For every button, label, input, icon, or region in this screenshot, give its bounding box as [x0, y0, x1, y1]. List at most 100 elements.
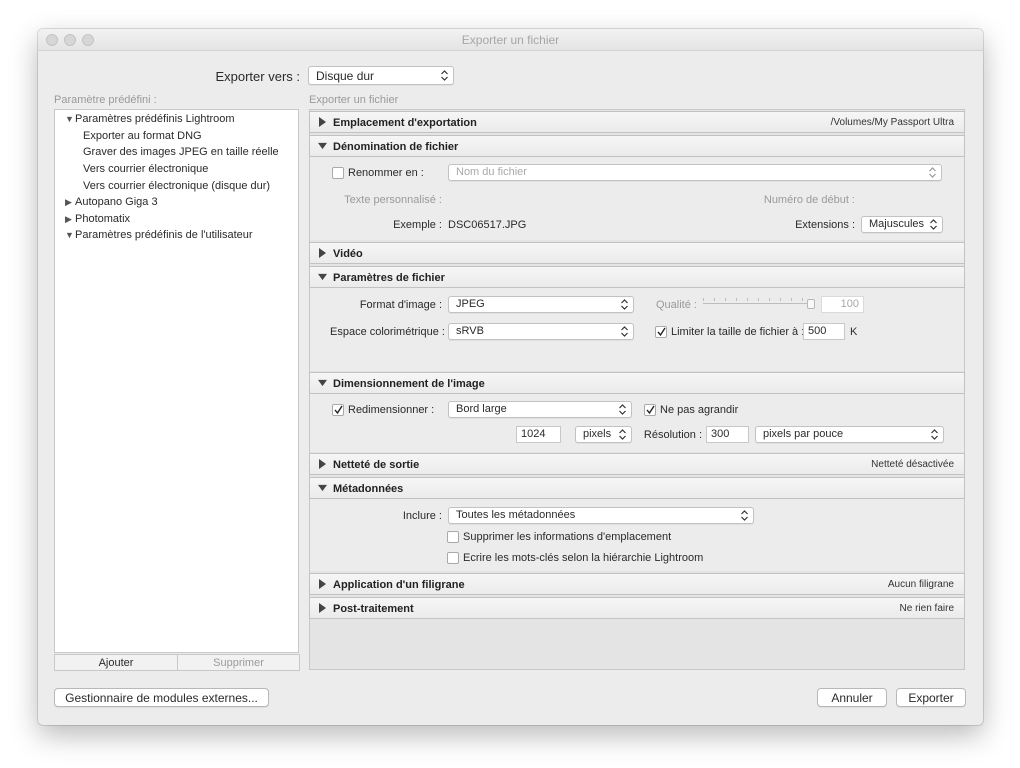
color-space-popup[interactable]: sRVB — [448, 323, 634, 340]
chevron-updown-icon — [929, 167, 936, 178]
rename-checkbox[interactable] — [332, 167, 344, 179]
disclosure-triangle-icon[interactable]: ▶ — [65, 214, 75, 225]
limit-size-checkbox[interactable] — [655, 326, 667, 338]
section-summary: /Volumes/My Passport Ultra — [830, 117, 954, 128]
resolution-unit-popup[interactable]: pixels par pouce — [755, 426, 944, 443]
rename-label: Renommer en : — [348, 167, 424, 179]
disclosure-triangle-down-icon — [318, 273, 327, 281]
resize-checkbox[interactable] — [332, 404, 344, 416]
quality-slider-knob[interactable] — [807, 299, 815, 309]
preset-folder-user[interactable]: ▼Paramètres prédéfinis de l'utilisateur — [65, 229, 253, 241]
preset-folder-photomatix[interactable]: ▶ Photomatix — [65, 213, 130, 225]
limit-size-field[interactable]: 500 — [803, 323, 845, 340]
export-button[interactable]: Exporter — [896, 688, 966, 707]
presets-list: ▼Paramètres prédéfinis Lightroom Exporte… — [54, 109, 300, 671]
image-format-label: Format d'image : — [359, 299, 442, 311]
include-metadata-popup[interactable]: Toutes les métadonnées — [448, 507, 754, 524]
export-to-popup[interactable]: Disque dur — [308, 66, 454, 85]
section-title: Vidéo — [333, 248, 363, 260]
keyword-hierarchy-label: Ecrire les mots-clés selon la hiérarchie… — [463, 552, 704, 564]
custom-text-label: Texte personnalisé : — [344, 194, 442, 206]
keyword-hierarchy-checkbox[interactable] — [447, 552, 459, 564]
disclosure-triangle-icon[interactable]: ▼ — [65, 230, 75, 240]
section-output-sharpening[interactable]: Netteté de sortie Netteté désactivée — [309, 453, 965, 475]
section-title: Métadonnées — [333, 483, 404, 495]
checkmark-icon — [334, 405, 343, 415]
disclosure-triangle-down-icon — [318, 484, 327, 492]
size-field[interactable]: 1024 — [516, 426, 561, 443]
example-value: DSC06517.JPG — [448, 219, 527, 231]
chevron-updown-icon — [621, 299, 628, 310]
dont-enlarge-label: Ne pas agrandir — [660, 404, 739, 416]
metadata-body: Inclure : Toutes les métadonnées Supprim… — [309, 499, 965, 571]
export-to-value: Disque dur — [316, 69, 375, 83]
preset-item[interactable]: Graver des images JPEG en taille réelle — [83, 146, 279, 158]
color-space-label: Espace colorimétrique : — [330, 326, 445, 338]
section-summary: Aucun filigrane — [887, 579, 954, 590]
quality-label: Qualité : — [656, 299, 697, 311]
file-settings-body: Format d'image : JPEG Qualité : 100 Espa… — [309, 288, 965, 371]
add-preset-button[interactable]: Ajouter — [54, 654, 178, 671]
include-label: Inclure : — [402, 510, 442, 522]
section-title: Emplacement d'exportation — [333, 117, 477, 129]
rename-template-popup[interactable]: Nom du fichier — [448, 164, 942, 181]
section-title: Post-traitement — [333, 603, 414, 615]
section-summary: Netteté désactivée — [871, 459, 954, 470]
resize-label: Redimensionner : — [348, 404, 435, 416]
preset-item[interactable]: Exporter au format DNG — [83, 130, 202, 142]
chevron-updown-icon — [621, 326, 628, 337]
remove-location-label: Supprimer les informations d'emplacement — [463, 531, 672, 543]
extensions-label: Extensions : — [795, 219, 855, 231]
preset-item[interactable]: Vers courrier électronique — [83, 163, 208, 175]
export-dialog: Exporter un fichier Exporter vers : Disq… — [38, 29, 983, 725]
start-number-label: Numéro de début : — [763, 194, 855, 206]
disclosure-triangle-right-icon — [319, 603, 326, 613]
section-summary: Ne rien faire — [899, 603, 954, 614]
disclosure-triangle-right-icon — [319, 459, 326, 469]
resize-mode-popup[interactable]: Bord large — [448, 401, 632, 418]
section-metadata[interactable]: Métadonnées — [309, 477, 965, 499]
example-label: Exemple : — [393, 219, 442, 231]
right-panel-header: Exporter un fichier — [309, 94, 399, 106]
section-file-settings[interactable]: Paramètres de fichier — [309, 266, 965, 288]
disclosure-triangle-icon[interactable]: ▶ — [65, 197, 75, 208]
image-sizing-body: Redimensionner : Bord large Ne pas agran… — [309, 394, 965, 452]
limit-size-label: Limiter la taille de fichier à : — [671, 326, 805, 338]
section-post-processing[interactable]: Post-traitement Ne rien faire — [309, 597, 965, 619]
section-title: Dénomination de fichier — [333, 141, 459, 153]
chevron-updown-icon — [930, 219, 937, 230]
remove-location-checkbox[interactable] — [447, 531, 459, 543]
chevron-updown-icon — [441, 70, 448, 81]
preset-item[interactable]: Vers courrier électronique (disque dur) — [83, 180, 270, 192]
preset-folder-autopano[interactable]: ▶ Autopano Giga 3 — [65, 196, 158, 208]
image-format-popup[interactable]: JPEG — [448, 296, 634, 313]
section-export-location[interactable]: Emplacement d'exportation /Volumes/My Pa… — [309, 111, 965, 133]
section-title: Application d'un filigrane — [333, 579, 465, 591]
file-naming-body: Renommer en : Nom du fichier Texte perso… — [309, 157, 965, 240]
preset-folder-lightroom[interactable]: ▼Paramètres prédéfinis Lightroom — [65, 113, 235, 125]
section-watermark[interactable]: Application d'un filigrane Aucun filigra… — [309, 573, 965, 595]
plugin-manager-button[interactable]: Gestionnaire de modules externes... — [54, 688, 269, 707]
export-to-label: Exporter vers : — [215, 69, 300, 84]
chevron-updown-icon — [741, 510, 748, 521]
disclosure-triangle-right-icon — [319, 579, 326, 589]
checkmark-icon — [646, 405, 655, 415]
resolution-field[interactable]: 300 — [706, 426, 749, 443]
disclosure-triangle-down-icon — [318, 142, 327, 150]
section-video[interactable]: Vidéo — [309, 242, 965, 264]
chevron-updown-icon — [931, 429, 938, 440]
disclosure-triangle-down-icon — [318, 379, 327, 387]
dont-enlarge-checkbox[interactable] — [644, 404, 656, 416]
quality-slider[interactable] — [703, 296, 815, 312]
section-image-sizing[interactable]: Dimensionnement de l'image — [309, 372, 965, 394]
disclosure-triangle-right-icon — [319, 117, 326, 127]
section-title: Paramètres de fichier — [333, 272, 445, 284]
chevron-updown-icon — [619, 404, 626, 415]
title-bar: Exporter un fichier — [38, 29, 983, 51]
disclosure-triangle-icon[interactable]: ▼ — [65, 114, 75, 124]
section-file-naming[interactable]: Dénomination de fichier — [309, 135, 965, 157]
quality-field[interactable]: 100 — [821, 296, 864, 313]
extensions-popup[interactable]: Majuscules — [861, 216, 943, 233]
remove-preset-button[interactable]: Supprimer — [177, 654, 300, 671]
cancel-button[interactable]: Annuler — [817, 688, 887, 707]
